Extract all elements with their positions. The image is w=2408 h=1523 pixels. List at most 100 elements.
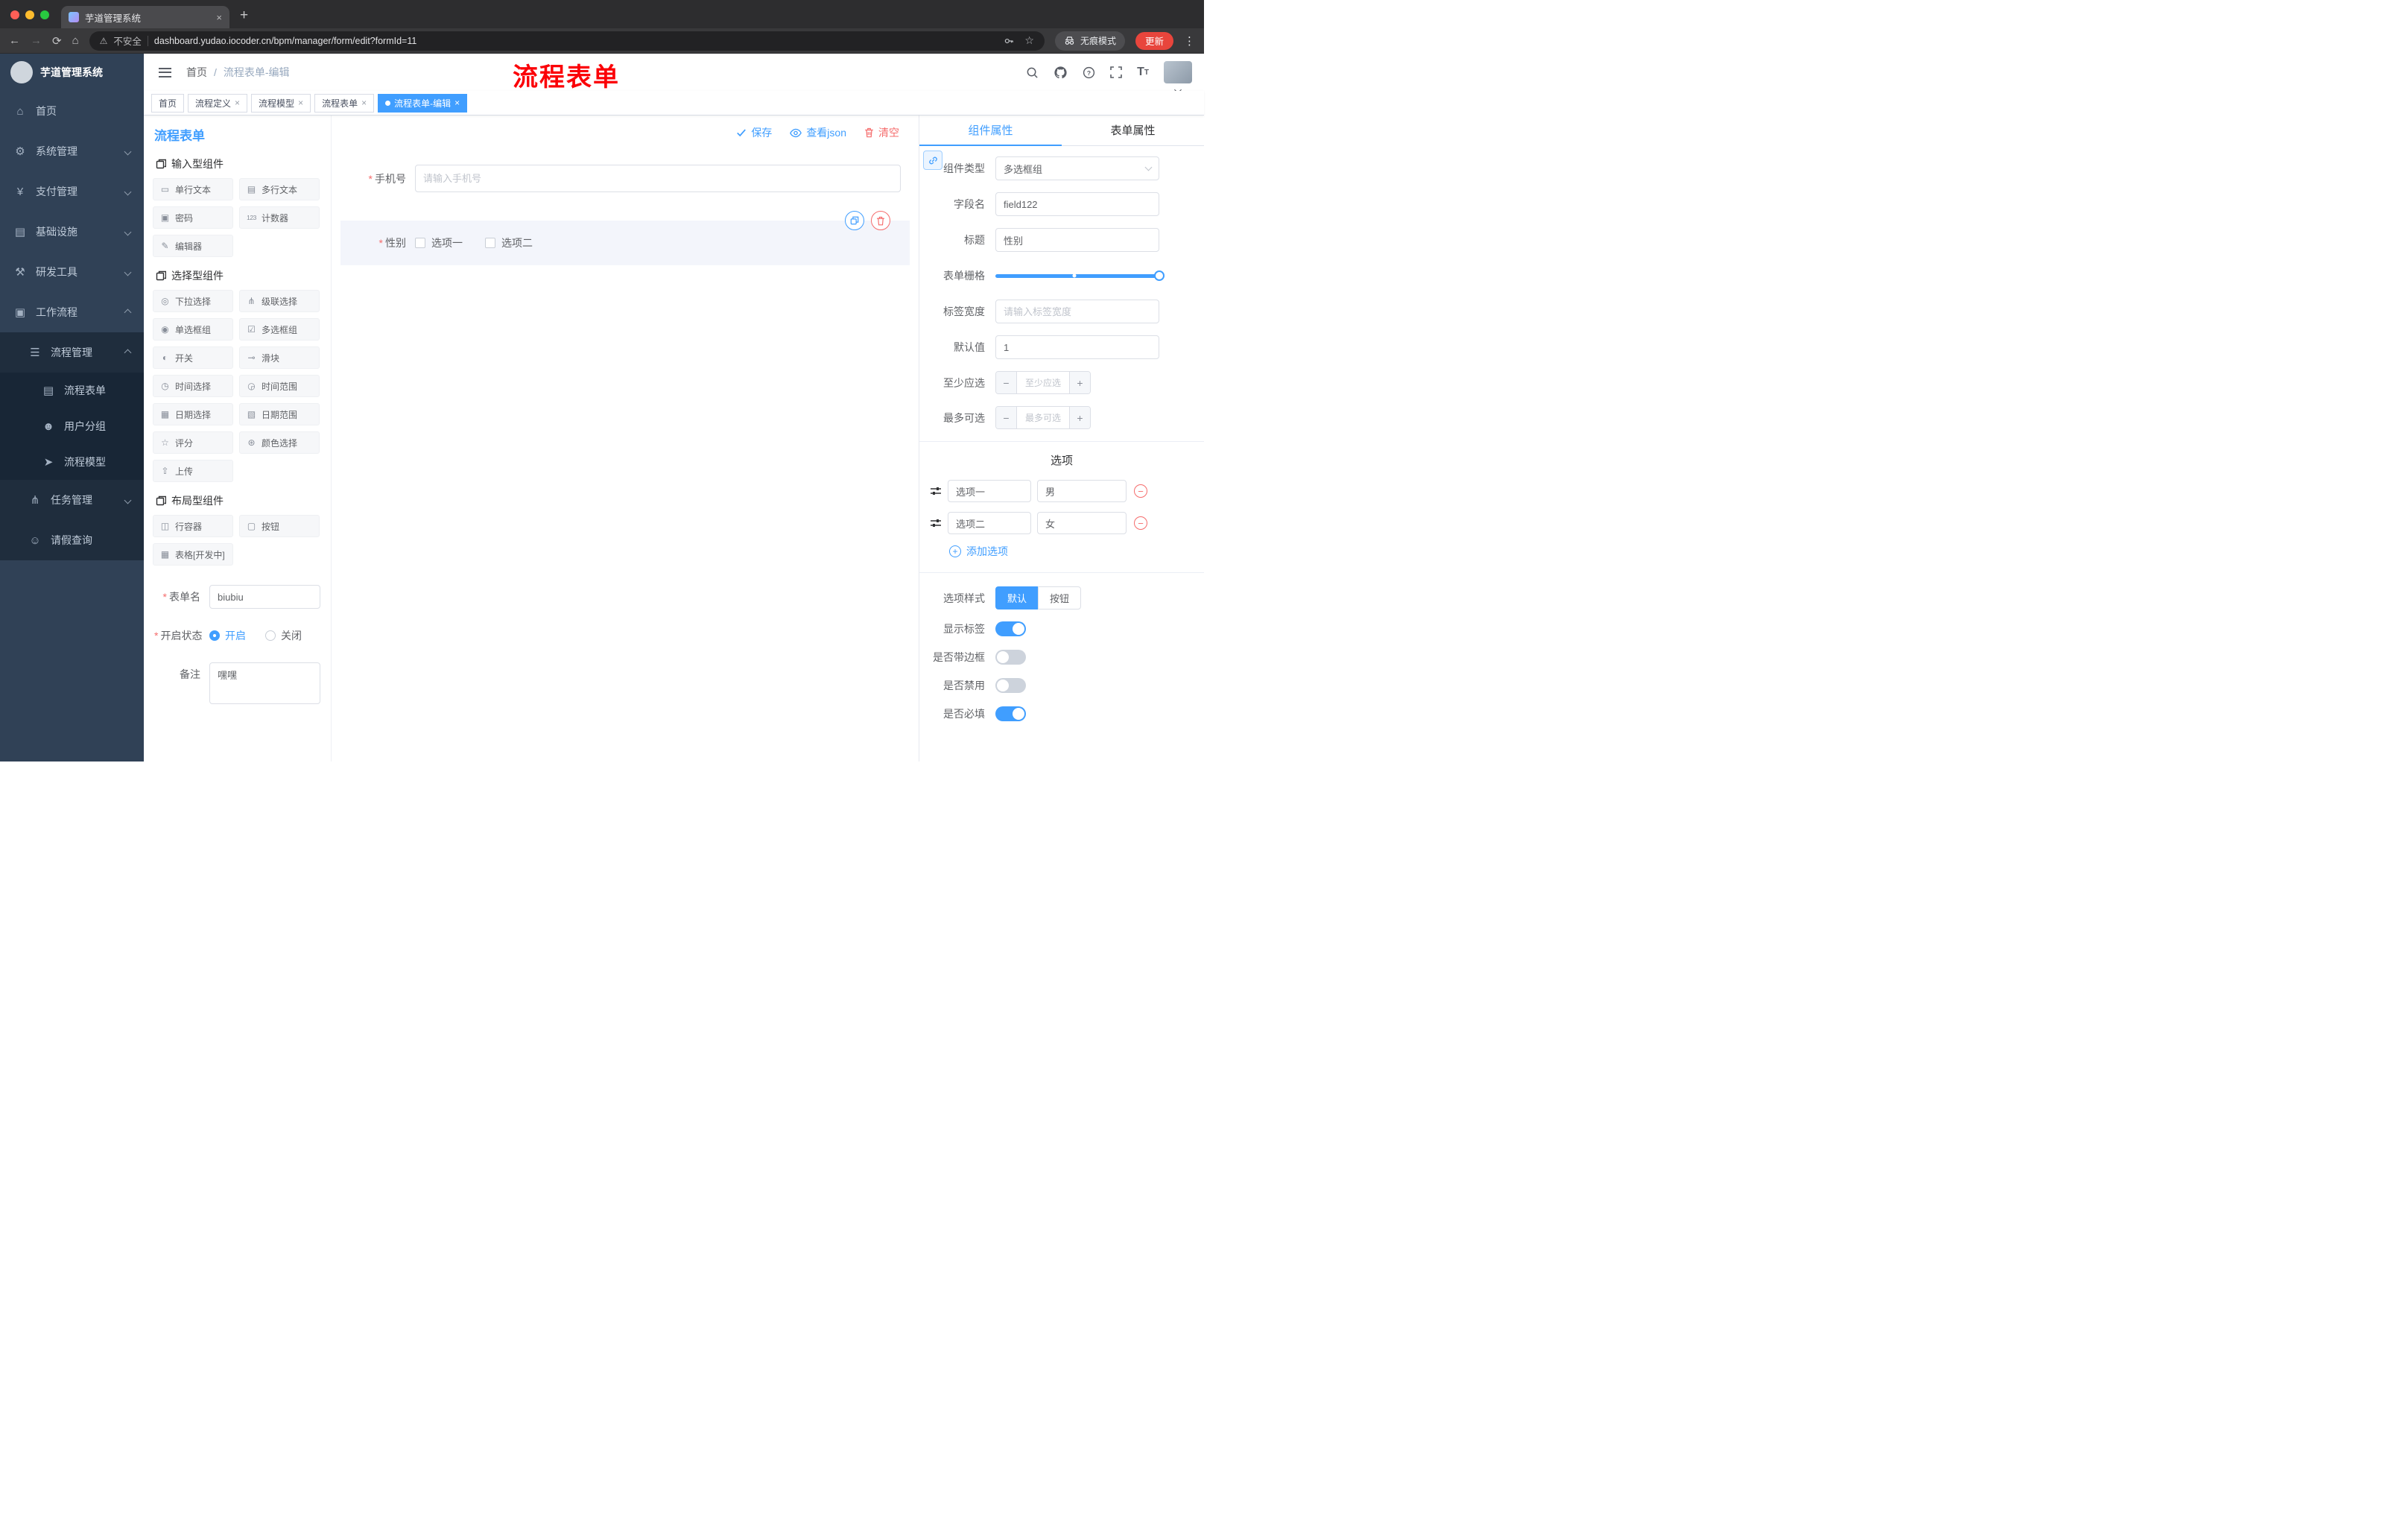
palette-item-checkbox-group[interactable]: ☑ 多选框组 (239, 318, 320, 341)
tag-close-icon[interactable]: × (235, 98, 240, 108)
palette-item-radio-group[interactable]: ◉ 单选框组 (153, 318, 233, 341)
radio-open[interactable]: 开启 (209, 628, 246, 643)
phone-input[interactable] (415, 165, 901, 192)
checkbox-icon[interactable] (415, 238, 425, 248)
link-icon[interactable] (923, 151, 942, 170)
tag-close-icon[interactable]: × (298, 98, 303, 108)
back-icon[interactable]: ← (9, 34, 20, 47)
hamburger-icon[interactable] (156, 65, 174, 80)
new-tab-button[interactable]: + (240, 7, 248, 24)
tag-process-form[interactable]: 流程表单 × (314, 93, 375, 113)
tag-process-definition[interactable]: 流程定义 × (188, 93, 248, 113)
palette-item-rate[interactable]: ☆ 评分 (153, 431, 233, 454)
title-input[interactable] (995, 228, 1159, 252)
palette-item-row-container[interactable]: ◫ 行容器 (153, 515, 233, 537)
option-value-input[interactable] (1037, 480, 1127, 502)
sidebar-item-workflow[interactable]: ▣ 工作流程 (0, 292, 144, 332)
palette-item-counter[interactable]: 123 计数器 (239, 206, 320, 229)
palette-item-button[interactable]: ▢ 按钮 (239, 515, 320, 537)
fullscreen-icon[interactable] (1110, 66, 1122, 78)
plus-icon[interactable]: + (1069, 372, 1090, 393)
disabled-toggle[interactable] (995, 678, 1026, 693)
user-avatar[interactable] (1164, 61, 1192, 94)
palette-item-switch[interactable]: ◐ 开关 (153, 346, 233, 369)
slider-track[interactable] (995, 270, 1165, 281)
sidebar-item-process-form[interactable]: ▤ 流程表单 (0, 373, 144, 408)
grid-slider[interactable] (995, 264, 1165, 288)
security-label[interactable]: 不安全 (113, 34, 142, 48)
sidebar-item-payment[interactable]: ¥ 支付管理 (0, 171, 144, 212)
remove-option-icon[interactable]: − (1134, 484, 1147, 498)
sidebar-item-infra[interactable]: ▤ 基础设施 (0, 212, 144, 252)
address-bar[interactable]: ⚠ 不安全 dashboard.yudao.iocoder.cn/bpm/man… (89, 31, 1045, 51)
palette-item-select[interactable]: ◎ 下拉选择 (153, 290, 233, 312)
tab-component-props[interactable]: 组件属性 (919, 115, 1062, 146)
sidebar-item-system[interactable]: ⚙ 系统管理 (0, 131, 144, 171)
github-icon[interactable] (1054, 66, 1068, 80)
canvas-field-phone[interactable]: * 手机号 (340, 157, 910, 200)
tab-form-props[interactable]: 表单属性 (1062, 115, 1204, 145)
key-icon[interactable] (1004, 36, 1014, 46)
zoom-window-button[interactable] (40, 10, 49, 19)
component-type-select[interactable]: 多选框组 (995, 156, 1159, 180)
palette-item-date-picker[interactable]: ▦ 日期选择 (153, 403, 233, 425)
min-select-input[interactable] (1017, 372, 1069, 393)
palette-item-time-range[interactable]: ◶ 时间范围 (239, 375, 320, 397)
clear-button[interactable]: 清空 (864, 125, 899, 140)
url-text[interactable]: dashboard.yudao.iocoder.cn/bpm/manager/f… (154, 36, 416, 46)
palette-item-multi-text[interactable]: ▤ 多行文本 (239, 178, 320, 200)
gender-option-2[interactable]: 选项二 (485, 235, 533, 250)
bookmark-star-icon[interactable]: ☆ (1024, 34, 1034, 47)
tag-close-icon[interactable]: × (361, 98, 367, 108)
sidebar-item-process-mgmt[interactable]: ☰ 流程管理 (0, 332, 144, 373)
reload-icon[interactable]: ⟳ (52, 34, 62, 48)
palette-item-table[interactable]: ▦ 表格[开发中] (153, 543, 233, 566)
palette-item-editor[interactable]: ✎ 编辑器 (153, 235, 233, 257)
sidebar-item-user-group[interactable]: ☻ 用户分组 (0, 408, 144, 444)
drag-handle-icon[interactable] (930, 486, 942, 496)
view-json-button[interactable]: 查看json (790, 125, 846, 140)
browser-tab[interactable]: 芋道管理系统 × (61, 6, 229, 28)
option-label-input[interactable] (948, 480, 1031, 502)
remove-option-icon[interactable]: − (1134, 516, 1147, 530)
add-option-button[interactable]: + 添加选项 (949, 544, 1008, 559)
palette-item-single-text[interactable]: ▭ 单行文本 (153, 178, 233, 200)
sidebar-item-home[interactable]: ⌂ 首页 (0, 91, 144, 131)
style-default-button[interactable]: 默认 (995, 586, 1039, 609)
forward-icon[interactable]: → (31, 34, 42, 47)
copy-item-button[interactable] (845, 211, 864, 230)
sidebar-logo[interactable]: 芋道管理系统 (0, 54, 144, 91)
palette-item-color-picker[interactable]: ⊛ 颜色选择 (239, 431, 320, 454)
delete-item-button[interactable] (871, 211, 890, 230)
drag-handle-icon[interactable] (930, 518, 942, 528)
browser-menu-icon[interactable]: ⋮ (1184, 34, 1195, 48)
border-toggle[interactable] (995, 650, 1026, 665)
radio-closed[interactable]: 关闭 (265, 628, 302, 643)
field-name-input[interactable] (995, 192, 1159, 216)
palette-item-cascader[interactable]: ⋔ 级联选择 (239, 290, 320, 312)
search-icon[interactable] (1026, 66, 1039, 79)
canvas-field-gender[interactable]: * 性别 选项一 选项二 (340, 211, 910, 265)
tag-process-model[interactable]: 流程模型 × (251, 93, 311, 113)
style-button-button[interactable]: 按钮 (1038, 586, 1082, 609)
show-label-toggle[interactable] (995, 621, 1026, 636)
form-name-input[interactable] (209, 585, 320, 609)
palette-item-time-picker[interactable]: ◷ 时间选择 (153, 375, 233, 397)
gender-option-1[interactable]: 选项一 (415, 235, 463, 250)
sidebar-item-devtools[interactable]: ⚒ 研发工具 (0, 252, 144, 292)
home-icon[interactable]: ⌂ (72, 34, 79, 47)
sidebar-item-task-mgmt[interactable]: ⋔ 任务管理 (0, 480, 144, 520)
option-label-input[interactable] (948, 512, 1031, 534)
save-button[interactable]: 保存 (736, 125, 772, 140)
breadcrumb-home[interactable]: 首页 (186, 65, 207, 80)
checkbox-icon[interactable] (485, 238, 495, 248)
sidebar-item-leave-query[interactable]: ☺ 请假查询 (0, 520, 144, 560)
palette-item-slider[interactable]: ⊸ 滑块 (239, 346, 320, 369)
palette-item-date-range[interactable]: ▧ 日期范围 (239, 403, 320, 425)
required-toggle[interactable] (995, 706, 1026, 721)
tab-close-icon[interactable]: × (216, 12, 222, 23)
close-window-button[interactable] (10, 10, 19, 19)
default-value-input[interactable] (995, 335, 1159, 359)
minus-icon[interactable]: − (996, 407, 1017, 428)
form-remark-input[interactable]: 嘿嘿 (209, 662, 320, 704)
